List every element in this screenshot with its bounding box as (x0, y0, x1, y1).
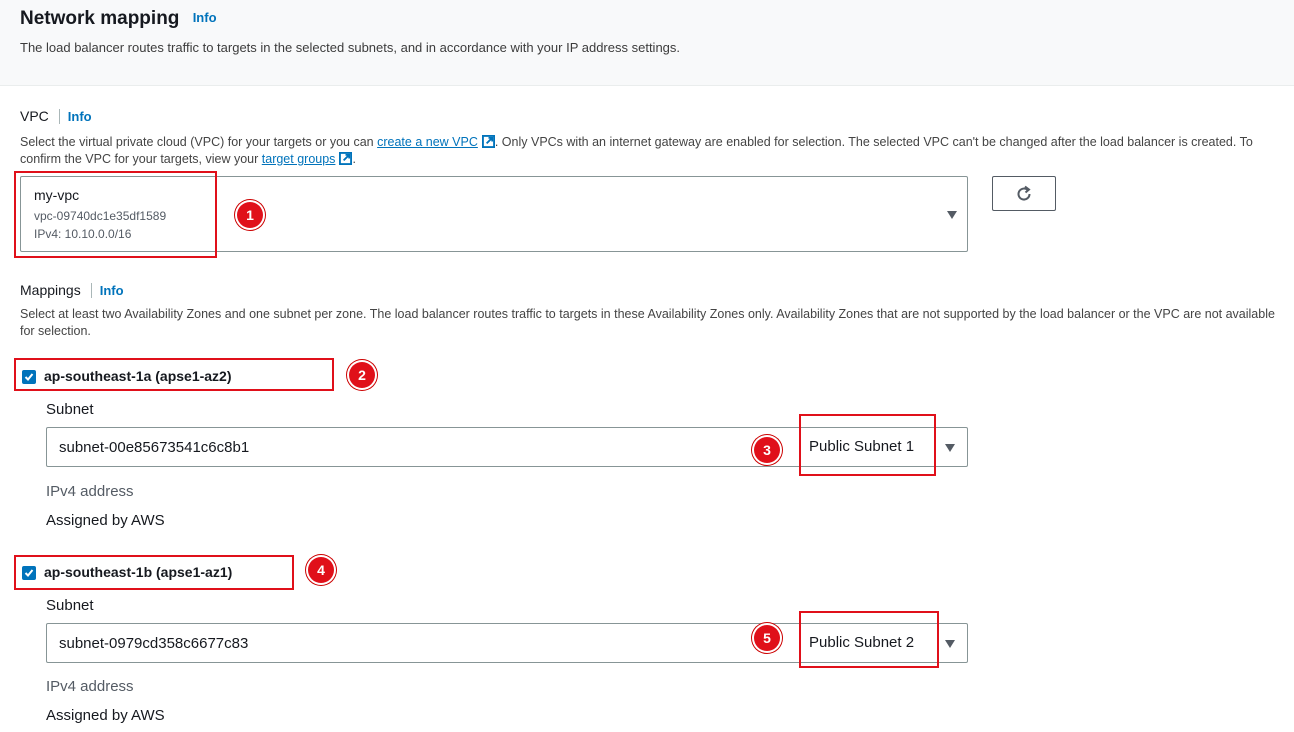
az-1-subnet-label: Subnet (46, 401, 94, 418)
mappings-label: Mappings (20, 282, 81, 298)
section-description: The load balancer routes traffic to targ… (20, 40, 681, 55)
network-mapping-info-link[interactable]: Info (193, 10, 217, 25)
annotation-box-1 (14, 171, 217, 258)
vpc-desc-text-3: . (352, 152, 356, 166)
annotation-box-2 (14, 358, 334, 391)
az-1-subnet-id: subnet-00e85673541c6c8b1 (59, 439, 250, 456)
annotation-badge-5: 5 (754, 625, 780, 651)
annotation-badge-4: 4 (308, 557, 334, 583)
mappings-description: Select at least two Availability Zones a… (20, 307, 1275, 338)
divider (90, 283, 92, 298)
section-header: Network mapping Info The load balancer r… (0, 0, 1294, 86)
caret-down-icon (945, 444, 955, 452)
vpc-label-row: VPC Info (20, 108, 92, 124)
mappings-info-link[interactable]: Info (100, 283, 124, 298)
external-link-icon[interactable] (481, 135, 495, 148)
section-title-text: Network mapping (20, 8, 180, 29)
az-2-subnet-id: subnet-0979cd358c6677c83 (59, 635, 249, 652)
az-2-ipv4-value: Assigned by AWS (46, 707, 165, 724)
az-1-ipv4-value: Assigned by AWS (46, 512, 165, 529)
az-2-ipv4-label: IPv4 address (46, 678, 134, 695)
az-2-subnet-label: Subnet (46, 597, 94, 614)
annotation-badge-3: 3 (754, 437, 780, 463)
annotation-box-3 (799, 414, 936, 476)
refresh-icon (1017, 185, 1031, 201)
target-groups-link[interactable]: target groups (262, 152, 336, 166)
vpc-label: VPC (20, 108, 49, 124)
annotation-badge-2: 2 (349, 362, 375, 388)
mappings-label-row: Mappings Info (20, 282, 124, 298)
caret-down-icon (947, 211, 957, 219)
refresh-button[interactable] (992, 176, 1056, 211)
vpc-info-link[interactable]: Info (68, 109, 92, 124)
external-link-icon[interactable] (339, 152, 353, 165)
annotation-box-4 (14, 555, 294, 590)
annotation-badge-1: 1 (237, 202, 263, 228)
section-title: Network mapping Info (20, 8, 217, 30)
divider (58, 109, 60, 124)
vpc-description: Select the virtual private cloud (VPC) f… (20, 134, 1290, 168)
annotation-box-5 (799, 611, 939, 668)
az-1-ipv4-label: IPv4 address (46, 483, 134, 500)
vpc-desc-text: Select the virtual private cloud (VPC) f… (20, 135, 378, 149)
create-vpc-link[interactable]: create a new VPC (377, 135, 478, 149)
caret-down-icon (945, 640, 955, 648)
